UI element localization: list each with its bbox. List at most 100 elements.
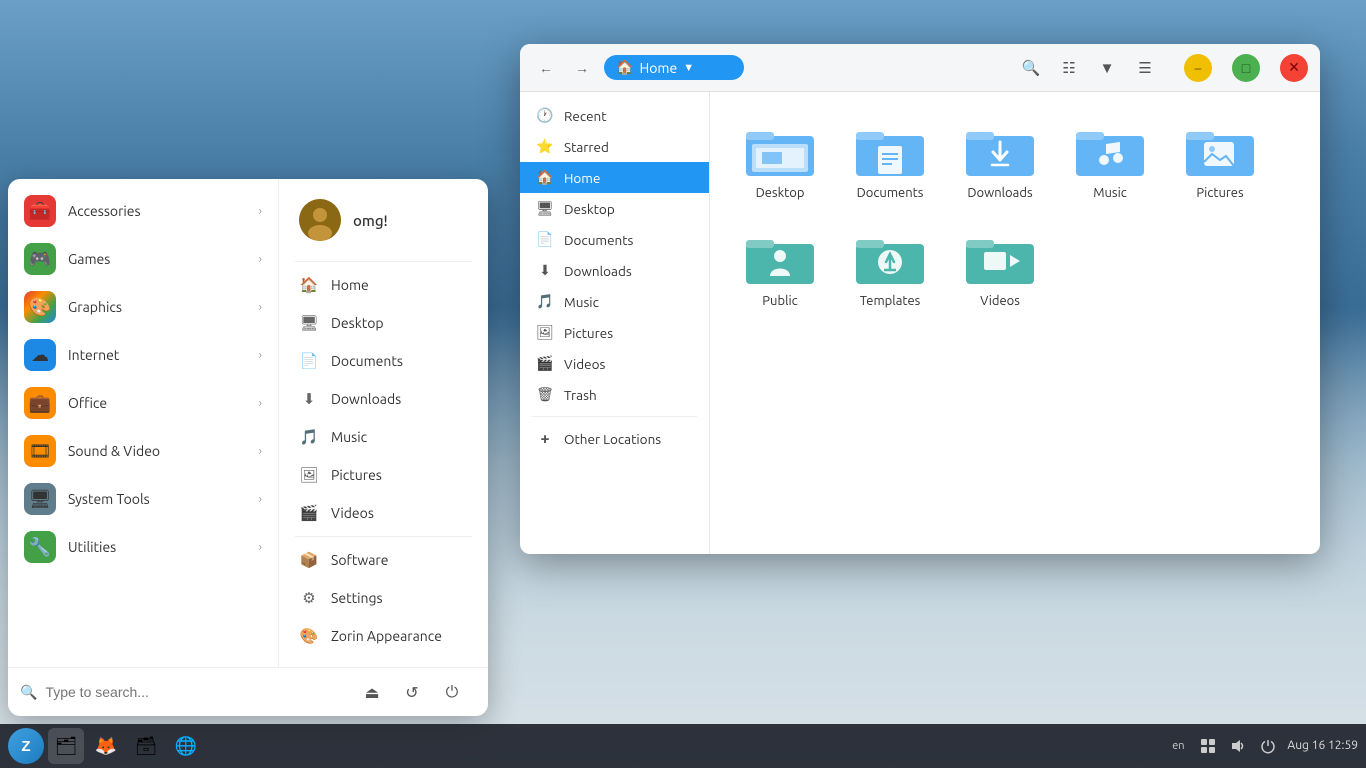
system-settings[interactable]: ⚙ Settings (279, 579, 488, 617)
folder-desktop-icon (744, 122, 816, 180)
sidebar-item-desktop[interactable]: 🖥 Desktop (520, 193, 709, 224)
category-system-tools[interactable]: 🖥 System Tools › (8, 475, 278, 523)
software-icon: 📦 (299, 550, 319, 570)
bookmark-videos-icon: 🎬 (299, 503, 319, 523)
zorin-menu-button[interactable]: Z (8, 728, 44, 764)
category-graphics[interactable]: 🎨 Graphics › (8, 283, 278, 331)
taskbar-firefox-button[interactable]: 🦊 (88, 728, 124, 764)
folder-downloads-icon (964, 122, 1036, 180)
sidebar-item-trash[interactable]: 🗑 Trash (520, 379, 709, 410)
minimize-button[interactable]: – (1184, 54, 1212, 82)
category-utilities[interactable]: 🔧 Utilities › (8, 523, 278, 571)
refresh-button[interactable]: ↺ (396, 676, 428, 708)
folder-music[interactable]: Music (1060, 112, 1160, 210)
view-toggle-button[interactable]: ☷ (1054, 53, 1084, 83)
sidebar-item-videos[interactable]: 🎬 Videos (520, 348, 709, 379)
folder-pictures[interactable]: Pictures (1170, 112, 1270, 210)
settings-icon: ⚙ (299, 588, 319, 608)
folder-desktop[interactable]: Desktop (730, 112, 830, 210)
recent-icon: 🕐 (536, 107, 554, 124)
search-button[interactable]: 🔍 (1016, 53, 1046, 83)
sidebar-label-downloads: Downloads (564, 263, 632, 279)
app-menu-categories: 🧰 Accessories › 🎮 Games › 🎨 Graphics › (8, 179, 278, 667)
language-indicator[interactable]: en (1167, 735, 1189, 757)
graphics-arrow: › (259, 301, 262, 314)
sidebar-item-documents[interactable]: 📄 Documents (520, 224, 709, 255)
sidebar-item-home[interactable]: 🏠 Home (520, 162, 709, 193)
category-sound-video[interactable]: 🎞 Sound & Video › (8, 427, 278, 475)
app-menu-right-panel: omg! 🏠 Home 🖥 Desktop 📄 Documents ⬇ Down… (278, 179, 488, 667)
category-internet[interactable]: ☁ Internet › (8, 331, 278, 379)
folder-public-label: Public (762, 294, 797, 308)
folder-music-label: Music (1093, 186, 1127, 200)
power-tray-icon[interactable] (1257, 735, 1279, 757)
bookmark-videos[interactable]: 🎬 Videos (279, 494, 488, 532)
sidebar-label-music: Music (564, 294, 599, 310)
profile-divider (295, 261, 472, 262)
sidebar-label-pictures: Pictures (564, 325, 613, 341)
taskbar-software-icon: 🌐 (175, 736, 197, 757)
bookmark-home[interactable]: 🏠 Home (279, 266, 488, 304)
office-icon: 💼 (24, 387, 56, 419)
power-button[interactable]: ⏻ (436, 676, 468, 708)
taskbar-files-button[interactable]: 🗂 (48, 728, 84, 764)
folder-desktop-label: Desktop (756, 186, 805, 200)
sidebar-label-trash: Trash (564, 387, 597, 403)
bookmark-documents[interactable]: 📄 Documents (279, 342, 488, 380)
category-graphics-label: Graphics (68, 299, 247, 315)
menu-button[interactable]: ☰ (1130, 53, 1160, 83)
folder-music-icon (1074, 122, 1146, 180)
sidebar-item-starred[interactable]: ⭐ Starred (520, 131, 709, 162)
folder-downloads-label: Downloads (967, 186, 1032, 200)
folder-documents[interactable]: Documents (840, 112, 940, 210)
taskbar-filemanager-button[interactable]: 🗃 (128, 728, 164, 764)
sidebar-item-pictures[interactable]: 🖼 Pictures (520, 317, 709, 348)
maximize-button[interactable]: □ (1232, 54, 1260, 82)
category-office-label: Office (68, 395, 247, 411)
folder-templates[interactable]: Templates (840, 220, 940, 318)
sidebar-item-recent[interactable]: 🕐 Recent (520, 100, 709, 131)
logout-button[interactable]: ⏏ (356, 676, 388, 708)
games-arrow: › (259, 253, 262, 266)
zorin-appearance-icon: 🎨 (299, 626, 319, 646)
system-zorin-appearance[interactable]: 🎨 Zorin Appearance (279, 617, 488, 655)
category-accessories[interactable]: 🧰 Accessories › (8, 187, 278, 235)
desktop-icon: 🖥 (536, 200, 554, 217)
location-bar[interactable]: 🏠 Home ▼ (604, 55, 744, 80)
folder-videos-icon (964, 230, 1036, 288)
category-office[interactable]: 💼 Office › (8, 379, 278, 427)
system-software[interactable]: 📦 Software (279, 541, 488, 579)
search-input[interactable] (45, 684, 344, 700)
sidebar-item-downloads[interactable]: ⬇ Downloads (520, 255, 709, 286)
folder-public-icon (744, 230, 816, 288)
windows-icon[interactable] (1197, 735, 1219, 757)
folder-videos[interactable]: Videos (950, 220, 1050, 318)
datetime-display[interactable]: Aug 16 12:59 (1287, 738, 1358, 755)
taskbar-software-button[interactable]: 🌐 (168, 728, 204, 764)
pictures-icon: 🖼 (536, 324, 554, 341)
folder-public[interactable]: Public (730, 220, 830, 318)
system-zorin-appearance-label: Zorin Appearance (331, 628, 442, 644)
folder-downloads[interactable]: Downloads (950, 112, 1050, 210)
taskbar-tray: en Aug 16 12:59 (1167, 735, 1358, 757)
taskbar-files-icon: 🗂 (55, 736, 78, 757)
user-name: omg! (353, 212, 388, 229)
forward-button[interactable]: → (568, 54, 596, 82)
sidebar-item-other-locations[interactable]: + Other Locations (520, 423, 709, 455)
sort-button[interactable]: ▼ (1092, 53, 1122, 83)
close-button[interactable]: ✕ (1280, 54, 1308, 82)
volume-icon[interactable] (1227, 735, 1249, 757)
other-locations-icon: + (536, 430, 554, 448)
videos-icon: 🎬 (536, 355, 554, 372)
bookmark-pictures[interactable]: 🖼 Pictures (279, 456, 488, 494)
games-icon: 🎮 (24, 243, 56, 275)
location-label: Home (639, 60, 677, 76)
sidebar-item-music[interactable]: 🎵 Music (520, 286, 709, 317)
location-home-icon: 🏠 (616, 59, 633, 76)
bookmark-desktop[interactable]: 🖥 Desktop (279, 304, 488, 342)
back-button[interactable]: ← (532, 54, 560, 82)
system-tools-arrow: › (259, 493, 262, 506)
bookmark-downloads[interactable]: ⬇ Downloads (279, 380, 488, 418)
category-games[interactable]: 🎮 Games › (8, 235, 278, 283)
bookmark-music[interactable]: 🎵 Music (279, 418, 488, 456)
